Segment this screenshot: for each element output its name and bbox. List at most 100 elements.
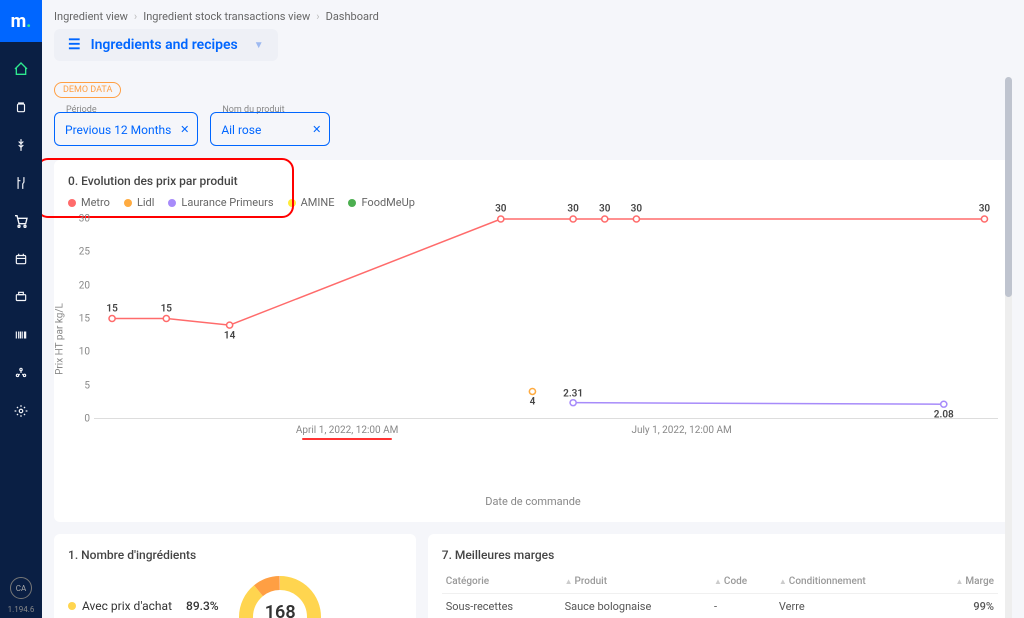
- cutlery-icon[interactable]: [12, 174, 30, 192]
- data-point-label: 2.08: [934, 410, 954, 421]
- x-tick: April 1, 2022, 12:00 AM: [296, 425, 399, 436]
- legend-label: Avec prix d'achat: [82, 599, 172, 613]
- legend-label: Lidl: [137, 196, 154, 209]
- legend-label: Metro: [81, 196, 110, 209]
- data-point-label: 14: [224, 330, 235, 341]
- margins-table: Catégorie▲Produit▲Code▲Conditionnement▲M…: [442, 572, 998, 618]
- breadcrumb-item[interactable]: Dashboard: [326, 10, 379, 23]
- y-tick: 20: [79, 280, 90, 291]
- y-tick: 30: [79, 214, 90, 225]
- legend-item[interactable]: FoodMeUp: [348, 196, 414, 209]
- legend-dot-icon: [348, 199, 356, 207]
- topbar: Ingredient view › Ingredient stock trans…: [42, 0, 1024, 67]
- best-margins-card: 7. Meilleures marges Catégorie▲Produit▲C…: [428, 534, 1012, 618]
- chart-legend: Metro Lidl Laurance Primeurs AMINE FoodMeUp: [68, 196, 998, 209]
- scrollbar-track[interactable]: [1005, 77, 1012, 618]
- table-header[interactable]: ▲Marge: [925, 572, 998, 594]
- table-header[interactable]: ▲Conditionnement: [775, 572, 925, 594]
- data-point-label: 30: [599, 204, 610, 215]
- breadcrumb-item[interactable]: Ingredient stock transactions view: [143, 10, 310, 23]
- filter-value: Previous 12 Months: [65, 123, 171, 137]
- card-title: 1. Nombre d'ingrédients: [68, 548, 402, 562]
- x-axis-label: Date de commande: [68, 495, 998, 508]
- breadcrumb-item[interactable]: Ingredient view: [54, 10, 128, 23]
- donut-total: 168: [265, 602, 296, 618]
- cart-icon[interactable]: [12, 212, 30, 230]
- highlight-underline: [302, 438, 392, 440]
- y-tick: 10: [79, 347, 90, 358]
- highlight-annotation: [42, 158, 294, 218]
- data-point-label: 4: [530, 397, 536, 408]
- y-tick: 15: [79, 314, 90, 325]
- filter-period[interactable]: Période Previous 12 Months ✕: [54, 112, 198, 146]
- section-title: Ingredients and recipes: [91, 37, 238, 53]
- nav-icons: [12, 42, 30, 420]
- filter-product[interactable]: Nom du produit Ail rose ✕: [210, 112, 330, 146]
- clear-icon[interactable]: ✕: [180, 123, 189, 136]
- legend-dot-icon: [68, 602, 76, 610]
- data-point-label: 30: [979, 204, 990, 215]
- main: Ingredient view › Ingredient stock trans…: [42, 0, 1024, 618]
- table-header[interactable]: Catégorie: [442, 572, 561, 594]
- filters: Période Previous 12 Months ✕ Nom du prod…: [54, 112, 1012, 146]
- legend-dot-icon: [168, 199, 176, 207]
- clear-icon[interactable]: ✕: [312, 123, 321, 136]
- legend-dot-icon: [68, 199, 76, 207]
- register-icon[interactable]: [12, 288, 30, 306]
- content: DEMO DATA Période Previous 12 Months ✕ N…: [42, 67, 1024, 618]
- home-icon[interactable]: [12, 60, 30, 78]
- wheat-icon[interactable]: [12, 136, 30, 154]
- legend-item[interactable]: AMINE: [288, 196, 335, 209]
- menu-icon: ☰: [68, 37, 81, 53]
- donut-chart: 168 TOTAL: [235, 572, 325, 618]
- y-axis-label: Prix HT par kg/L: [55, 303, 66, 375]
- donut-legend-item: Avec prix d'achat 89.3%: [68, 599, 219, 613]
- legend-percent: 89.3%: [186, 599, 219, 613]
- scrollbar-thumb[interactable]: [1005, 77, 1012, 297]
- y-tick: 5: [84, 380, 90, 391]
- legend-item[interactable]: Laurance Primeurs: [168, 196, 273, 209]
- y-tick: 0: [84, 414, 90, 425]
- ingredient-count-card: 1. Nombre d'ingrédients Avec prix d'acha…: [54, 534, 416, 618]
- app-logo[interactable]: m.: [0, 0, 42, 42]
- barcode-icon[interactable]: [12, 326, 30, 344]
- table-row[interactable]: Sous-recettesSauce bolognaise-Verre99%: [442, 594, 998, 618]
- chevron-right-icon: ›: [134, 10, 137, 23]
- legend-label: AMINE: [301, 196, 335, 209]
- donut-legend: Avec prix d'achat89.3%Sans prix d'achat1…: [68, 599, 219, 618]
- chevron-right-icon: ›: [316, 10, 319, 23]
- filter-value: Ail rose: [221, 123, 261, 137]
- calendar-icon[interactable]: [12, 250, 30, 268]
- card-title: 7. Meilleures marges: [442, 548, 998, 562]
- data-point-label: 30: [631, 204, 642, 215]
- legend-item[interactable]: Lidl: [124, 196, 154, 209]
- x-tick: July 1, 2022, 12:00 AM: [631, 425, 731, 436]
- version-label: 1.194.6: [8, 605, 35, 614]
- table-header[interactable]: ▲Code: [710, 572, 775, 594]
- demo-badge: DEMO DATA: [54, 82, 121, 98]
- data-point-label: 30: [567, 204, 578, 215]
- legend-item[interactable]: Metro: [68, 196, 110, 209]
- section-selector[interactable]: ☰ Ingredients and recipes ▼: [54, 29, 278, 61]
- chevron-down-icon: ▼: [254, 40, 264, 51]
- y-tick: 25: [79, 247, 90, 258]
- chart-area: Prix HT par kg/L 051015202530 1515143030…: [68, 219, 998, 459]
- chart-plot[interactable]: 151514303030303042.312.08April 1, 2022, …: [94, 219, 998, 419]
- data-point-label: 2.31: [563, 388, 583, 399]
- table-header[interactable]: ▲Produit: [561, 572, 710, 594]
- data-point-label: 15: [161, 304, 172, 315]
- lower-row: 1. Nombre d'ingrédients Avec prix d'acha…: [54, 534, 1012, 618]
- legend-dot-icon: [288, 199, 296, 207]
- data-point-label: 15: [106, 304, 117, 315]
- breadcrumb: Ingredient view › Ingredient stock trans…: [54, 10, 1012, 23]
- jar-icon[interactable]: [12, 98, 30, 116]
- y-ticks: 051015202530: [68, 219, 94, 419]
- legend-label: FoodMeUp: [361, 196, 414, 209]
- price-evolution-card: 0. Evolution des prix par produit MetroL…: [54, 160, 1012, 522]
- data-point-label: 30: [495, 204, 506, 215]
- user-badge[interactable]: CA: [10, 577, 32, 599]
- nodes-icon[interactable]: [12, 364, 30, 382]
- legend-label: Laurance Primeurs: [181, 196, 273, 209]
- gear-icon[interactable]: [12, 402, 30, 420]
- legend-dot-icon: [124, 199, 132, 207]
